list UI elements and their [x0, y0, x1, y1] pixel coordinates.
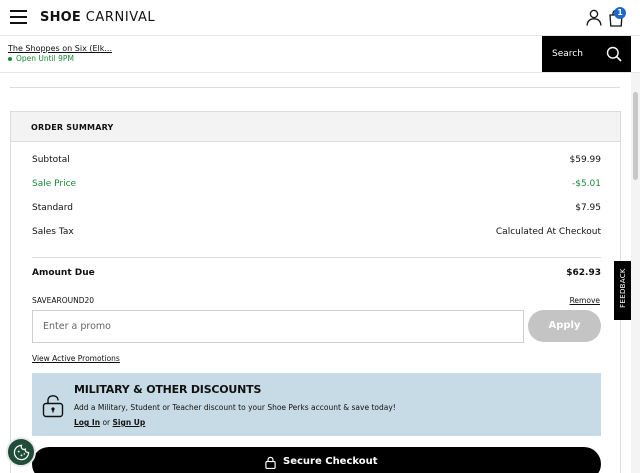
page-scrollbar[interactable] [631, 73, 640, 473]
view-active-promotions-link[interactable]: View Active Promotions [32, 354, 120, 363]
remove-promo-link[interactable]: Remove [570, 296, 600, 305]
military-discounts-banner: MILITARY & OTHER DISCOUNTS Add a Militar… [32, 373, 601, 436]
secure-checkout-button[interactable]: Secure Checkout [32, 447, 601, 473]
summary-divider [32, 257, 601, 258]
promo-code-input[interactable] [32, 310, 524, 343]
sign-up-link[interactable]: Sign Up [113, 418, 146, 427]
order-summary-title: ORDER SUMMARY [31, 123, 114, 132]
section-divider [10, 87, 620, 88]
padlock-icon [265, 456, 276, 469]
feedback-tab[interactable]: FEEDBACK [614, 261, 632, 320]
log-in-link[interactable]: Log In [74, 418, 100, 427]
lock-icon [42, 395, 64, 418]
applied-promo-code: SAVEAROUND20 [32, 296, 95, 305]
site-header: SHOE CARNIVAL 1 [0, 0, 640, 36]
order-summary-header: ORDER SUMMARY [11, 112, 620, 142]
cookie-icon [13, 444, 30, 461]
cookie-preferences-button[interactable] [6, 437, 36, 467]
account-icon[interactable] [586, 9, 602, 26]
military-auth-links: Log In or Sign Up [74, 418, 146, 427]
scrollbar-thumb[interactable] [633, 92, 638, 180]
menu-icon[interactable] [10, 10, 27, 24]
military-discounts-description: Add a Military, Student or Teacher disco… [74, 403, 396, 412]
military-discounts-title: MILITARY & OTHER DISCOUNTS [74, 383, 262, 396]
selected-store-link[interactable]: The Shoppes on Six (Elk... [8, 44, 112, 53]
shoe-carnival-logo[interactable]: SHOE CARNIVAL [40, 10, 155, 25]
cart-count-badge: 1 [614, 7, 626, 19]
apply-promo-button[interactable]: Apply [528, 310, 601, 342]
store-hours-status: Open Until 9PM [8, 54, 74, 63]
search-icon [606, 46, 622, 62]
open-status-dot [8, 57, 12, 61]
search-button[interactable]: Search [542, 36, 631, 72]
order-summary-panel: ORDER SUMMARY Subtotal $59.99 Sale Price… [10, 111, 621, 473]
